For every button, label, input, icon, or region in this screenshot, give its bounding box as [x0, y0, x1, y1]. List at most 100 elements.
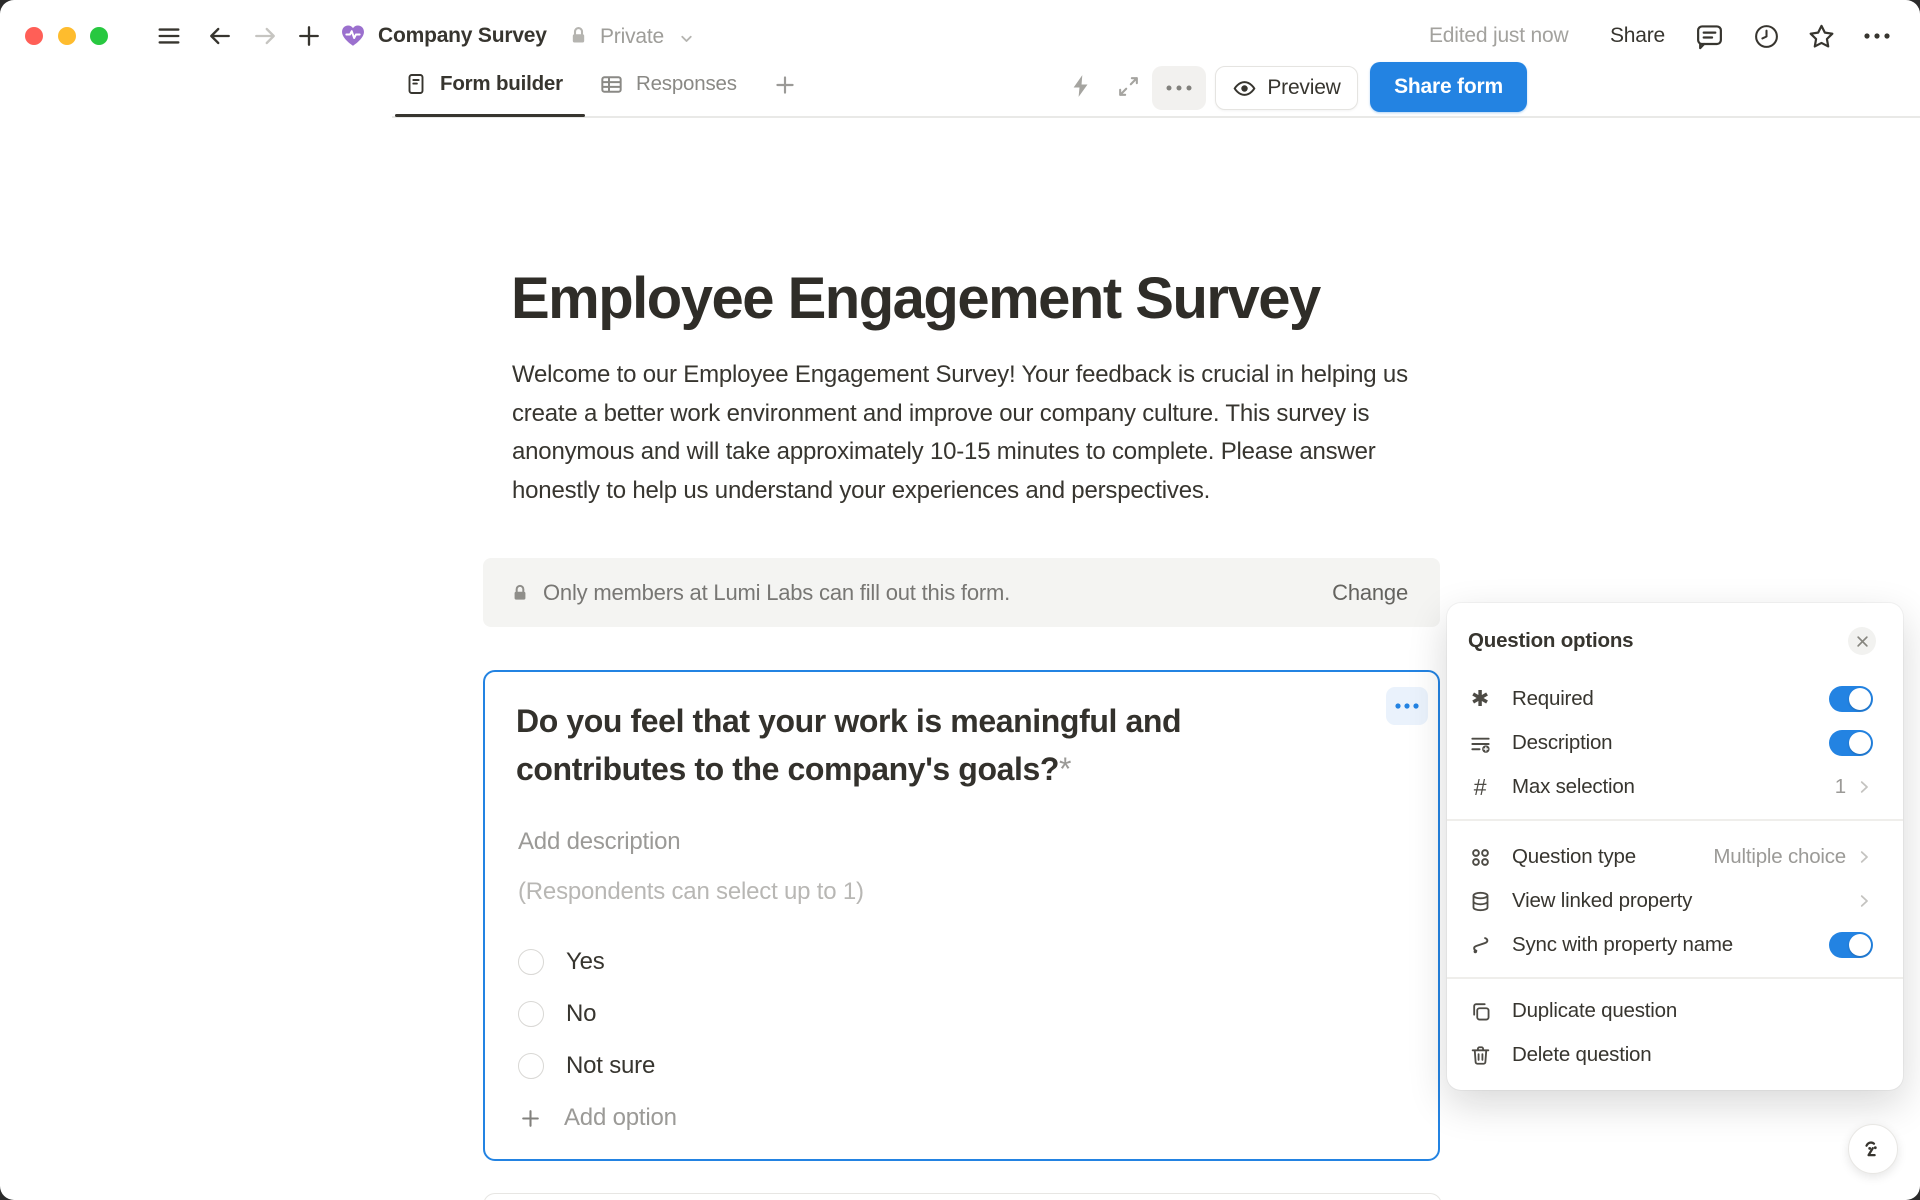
forward-arrow-icon[interactable] — [251, 22, 279, 50]
lock-icon — [568, 25, 589, 46]
selection-hint: (Respondents can select up to 1) — [518, 878, 864, 906]
question-type-label: Question type — [1512, 845, 1636, 869]
active-tab-underline — [395, 114, 585, 117]
form-description[interactable]: Welcome to our Employee Engagement Surve… — [512, 356, 1460, 510]
duplicate-question-label: Duplicate question — [1512, 999, 1677, 1023]
sync-property-label: Sync with property name — [1512, 933, 1733, 957]
question-options-button[interactable] — [1386, 687, 1428, 725]
option-label[interactable]: Yes — [566, 948, 605, 976]
share-form-button-label: Share form — [1394, 75, 1503, 99]
popup-row-sync-property[interactable]: Sync with property name — [1447, 923, 1903, 967]
chevron-right-icon — [1855, 848, 1873, 866]
edited-status: Edited just now — [1429, 24, 1568, 48]
description-label: Description — [1512, 731, 1612, 755]
access-notice-text: Only members at Lumi Labs can fill out t… — [543, 580, 1010, 606]
new-tab-plus-icon[interactable] — [295, 22, 323, 50]
sync-curve-icon — [1468, 934, 1492, 957]
change-access-button[interactable]: Change — [1332, 580, 1408, 606]
favorite-star-icon[interactable] — [1806, 21, 1837, 52]
form-builder-doc-icon — [404, 72, 428, 96]
question-title-text: Do you feel that your work is meaningful… — [516, 703, 1181, 787]
required-asterisk: * — [1059, 751, 1071, 787]
max-selection-value: 1 — [1835, 775, 1846, 799]
option-label[interactable]: No — [566, 1000, 596, 1028]
plus-icon — [518, 1106, 543, 1131]
database-icon — [1468, 890, 1492, 913]
popup-divider — [1447, 819, 1903, 821]
add-tab-plus-icon[interactable] — [772, 72, 798, 98]
radio-icon[interactable] — [518, 949, 544, 975]
option-row-yes[interactable]: Yes — [518, 936, 605, 988]
delete-question-label: Delete question — [1512, 1043, 1651, 1067]
required-toggle[interactable] — [1829, 686, 1873, 712]
privacy-chevron-down-icon[interactable] — [678, 30, 695, 47]
preview-button[interactable]: Preview — [1215, 66, 1358, 110]
breadcrumb-page-title[interactable]: Company Survey — [378, 24, 547, 48]
share-form-button[interactable]: Share form — [1370, 62, 1527, 112]
question-options-popup: Question options ✱ Required Description … — [1447, 603, 1903, 1090]
hash-icon: # — [1468, 774, 1492, 801]
chevron-right-icon — [1855, 892, 1873, 910]
option-label[interactable]: Not sure — [566, 1052, 655, 1080]
form-title[interactable]: Employee Engagement Survey — [511, 267, 1461, 331]
next-question-card-edge — [483, 1193, 1442, 1200]
required-label: Required — [1512, 687, 1594, 711]
question-type-grid-icon — [1468, 846, 1492, 869]
add-option-button[interactable]: Add option — [518, 1096, 677, 1140]
popup-divider — [1447, 977, 1903, 979]
automations-lightning-icon[interactable] — [1068, 73, 1094, 99]
popup-row-required[interactable]: ✱ Required — [1447, 677, 1903, 721]
max-selection-label: Max selection — [1512, 775, 1635, 799]
responses-table-icon — [599, 72, 624, 97]
app-window: Company Survey Private Edited just now S… — [0, 0, 1920, 1200]
chevron-right-icon — [1855, 778, 1873, 796]
toolbar-more-button[interactable] — [1152, 66, 1206, 110]
popup-title: Question options — [1468, 629, 1633, 653]
preview-button-label: Preview — [1267, 76, 1340, 100]
share-button[interactable]: Share — [1610, 24, 1665, 48]
sidebar-menu-icon[interactable] — [155, 22, 183, 50]
description-toggle[interactable] — [1829, 730, 1873, 756]
popup-row-view-linked-property[interactable]: View linked property — [1447, 879, 1903, 923]
access-notice-bar: Only members at Lumi Labs can fill out t… — [483, 558, 1440, 627]
popup-row-delete-question[interactable]: Delete question — [1447, 1033, 1903, 1077]
add-description-placeholder[interactable]: Add description — [518, 828, 680, 856]
expand-diagonal-icon[interactable] — [1116, 74, 1141, 99]
asterisk-icon: ✱ — [1468, 686, 1492, 712]
popup-row-question-type[interactable]: Question type Multiple choice — [1447, 835, 1903, 879]
privacy-status[interactable]: Private — [600, 25, 664, 49]
radio-icon[interactable] — [518, 1001, 544, 1027]
description-lines-icon — [1468, 732, 1492, 755]
tab-responses[interactable]: Responses — [599, 68, 737, 100]
popup-row-max-selection[interactable]: # Max selection 1 — [1447, 765, 1903, 809]
notice-lock-icon — [510, 583, 530, 603]
popup-row-description[interactable]: Description — [1447, 721, 1903, 765]
window-minimize-button[interactable] — [58, 27, 76, 45]
tab-form-builder[interactable]: Form builder — [404, 68, 563, 100]
question-card[interactable]: Do you feel that your work is meaningful… — [483, 670, 1440, 1161]
tab-responses-label: Responses — [636, 72, 737, 96]
option-row-not-sure[interactable]: Not sure — [518, 1040, 655, 1092]
question-title[interactable]: Do you feel that your work is meaningful… — [516, 697, 1346, 793]
add-option-label: Add option — [564, 1104, 677, 1132]
radio-icon[interactable] — [518, 1053, 544, 1079]
back-arrow-icon[interactable] — [206, 22, 234, 50]
window-close-button[interactable] — [25, 27, 43, 45]
updates-clock-icon[interactable] — [1752, 22, 1781, 51]
tab-form-builder-label: Form builder — [440, 72, 563, 96]
close-icon[interactable] — [1848, 627, 1876, 655]
sync-property-toggle[interactable] — [1829, 932, 1873, 958]
eye-icon — [1232, 76, 1257, 101]
view-linked-property-label: View linked property — [1512, 889, 1692, 913]
popup-row-duplicate-question[interactable]: Duplicate question — [1447, 989, 1903, 1033]
more-options-icon[interactable] — [1861, 27, 1893, 45]
trash-icon — [1468, 1044, 1492, 1067]
duplicate-icon — [1468, 1000, 1492, 1023]
page-heart-pulse-icon — [339, 21, 367, 49]
comments-icon[interactable] — [1694, 21, 1725, 52]
option-row-no[interactable]: No — [518, 988, 596, 1040]
notion-ai-face-button[interactable] — [1848, 1124, 1898, 1174]
question-type-value: Multiple choice — [1713, 845, 1846, 869]
tab-row-divider — [392, 116, 1920, 118]
window-zoom-button[interactable] — [90, 27, 108, 45]
